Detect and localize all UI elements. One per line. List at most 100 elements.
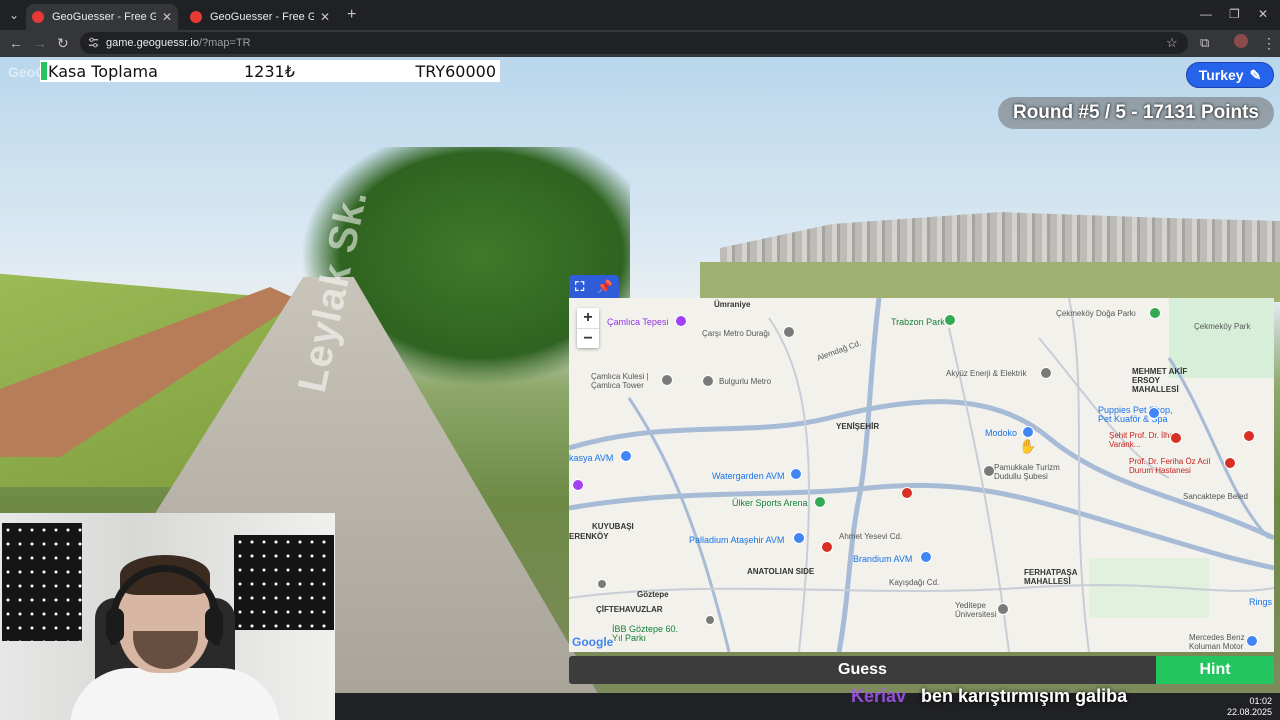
url-host: game.geoguessr.io xyxy=(106,37,199,49)
bookmark-star-icon[interactable]: ☆ xyxy=(1166,35,1178,51)
wall-panel xyxy=(2,523,82,641)
map-toolbar: ⛶ 📌 xyxy=(569,275,619,298)
map-poi-icon[interactable] xyxy=(814,496,826,508)
map-label: Çekmeköy Doğa Parkı xyxy=(1056,309,1137,318)
map-label: Kayışdağı Cd. xyxy=(889,578,940,587)
map-label: Modoko xyxy=(985,428,1018,438)
map-label: ERENKÖY xyxy=(569,532,609,541)
map-poi-icon[interactable] xyxy=(705,615,715,625)
map-poi-icon[interactable] xyxy=(944,314,956,326)
zoom-out-button[interactable]: − xyxy=(577,328,599,349)
tab-search-icon[interactable]: ⌄ xyxy=(9,8,19,22)
close-tab-icon[interactable]: ✕ xyxy=(320,10,330,24)
guess-button[interactable]: Guess xyxy=(569,656,1156,684)
map-label: Sancaktepe Beled xyxy=(1183,492,1248,501)
map-label: Palladium Ataşehir AVM xyxy=(689,535,785,545)
map-label: Göztepe xyxy=(637,590,669,599)
string-lights xyxy=(234,535,334,630)
google-logo-text: Google xyxy=(572,635,614,649)
clock-time: 01:02 xyxy=(1249,696,1272,706)
info-label: Kasa Toplama xyxy=(48,61,158,81)
map-label: Puppies Pet Shop, Pet Kuaför & Spa xyxy=(1098,405,1173,424)
minimize-icon[interactable]: — xyxy=(1200,7,1212,21)
extensions-icon[interactable]: ⧉ xyxy=(1200,35,1209,51)
hospital-icon[interactable] xyxy=(1170,432,1182,444)
close-tab-icon[interactable]: ✕ xyxy=(162,10,172,24)
new-tab-icon[interactable]: + xyxy=(347,6,356,24)
map-label: Çamlıca Tepesi xyxy=(607,317,669,327)
map-poi-icon[interactable] xyxy=(702,375,714,387)
tab-title: GeoGuesser - Free GeoGuessr xyxy=(210,11,314,23)
pin-map-icon[interactable]: 📌 xyxy=(597,279,613,295)
guess-map[interactable]: Ümraniye Çamlıca Tepesi Çarşı Metro Dura… xyxy=(569,298,1274,652)
map-label: Çarşı Metro Durağı xyxy=(702,329,771,338)
info-amount: 1231₺ xyxy=(244,61,295,81)
hospital-icon[interactable] xyxy=(901,487,913,499)
profile-avatar-icon[interactable] xyxy=(1234,34,1248,48)
map-poi-icon[interactable] xyxy=(793,532,805,544)
map-label: İBB Göztepe 60. Yıl Parkı xyxy=(612,624,679,643)
browser-tab-1[interactable]: GeoGuesser - Free GeoGuessr Z ✕ xyxy=(26,4,178,30)
map-poi-icon[interactable] xyxy=(661,374,673,386)
map-label: Watergarden AVM xyxy=(712,471,785,481)
hand-cursor-icon: ✋ xyxy=(1019,438,1037,454)
back-icon[interactable]: ← xyxy=(9,35,23,51)
map-poi-icon[interactable] xyxy=(675,315,687,327)
browser-tab-2[interactable]: GeoGuesser - Free GeoGuessr ✕ xyxy=(184,4,336,30)
map-poi-icon[interactable] xyxy=(1148,407,1160,419)
map-label: Brandium AVM xyxy=(853,554,913,564)
clock-date: 22.08.2025 xyxy=(1226,707,1272,717)
geoguessr-favicon-icon xyxy=(32,11,44,23)
address-bar[interactable]: game.geoguessr.io/?map=TR xyxy=(80,32,1188,54)
map-label: Akyüz Enerji & Elektrik xyxy=(946,369,1027,378)
url-path: /?map=TR xyxy=(198,37,251,49)
expand-map-icon[interactable]: ⛶ xyxy=(575,279,584,295)
hint-button[interactable]: Hint xyxy=(1156,656,1274,684)
map-label: Prof. Dr. Feriha Öz Acil Durum Hastanesi xyxy=(1129,457,1211,475)
info-total: TRY60000 xyxy=(415,61,496,81)
map-label: Ülker Sports Arena xyxy=(732,498,808,508)
browser-tab-bar: ⌄ GeoGuesser - Free GeoGuessr Z ✕ GeoGue… xyxy=(0,0,1280,30)
site-info-icon[interactable] xyxy=(88,37,99,48)
webcam-feed xyxy=(0,513,335,720)
map-poi-icon[interactable] xyxy=(920,551,932,563)
map-label: ÇİFTEHAVUZLAR xyxy=(596,605,663,614)
country-select-button[interactable]: Turkey ✎ xyxy=(1186,62,1274,88)
reload-icon[interactable]: ↻ xyxy=(57,35,69,52)
google-logo: Google xyxy=(572,635,613,649)
hospital-icon[interactable] xyxy=(821,541,833,553)
map-poi-icon[interactable] xyxy=(597,579,607,589)
map-poi-icon[interactable] xyxy=(997,603,1009,615)
geoguessr-favicon-icon xyxy=(190,11,202,23)
map-poi-icon[interactable] xyxy=(983,465,995,477)
zoom-in-button[interactable]: + xyxy=(577,308,599,328)
map-label: Trabzon Park xyxy=(891,317,945,327)
distant-field xyxy=(700,262,1280,302)
map-poi-icon[interactable] xyxy=(1246,635,1258,647)
hospital-icon[interactable] xyxy=(1224,457,1236,469)
map-label: KUYUBAŞI xyxy=(592,522,634,531)
map-label: Rings A xyxy=(1249,597,1274,607)
map-label: FERHATPAŞA MAHALLESİ xyxy=(1024,568,1078,586)
tab-title: GeoGuesser - Free GeoGuessr Z xyxy=(52,11,156,23)
hospital-icon[interactable] xyxy=(1243,430,1255,442)
map-poi-icon[interactable] xyxy=(1149,307,1161,319)
map-label: ANATOLIAN SIDE xyxy=(747,567,815,576)
map-poi-icon[interactable] xyxy=(620,450,632,462)
headset-earcup xyxy=(205,608,223,642)
map-poi-icon[interactable] xyxy=(572,479,584,491)
map-label: Ahmet Yesevi Cd. xyxy=(839,532,903,541)
map-poi-icon[interactable] xyxy=(790,468,802,480)
browser-menu-icon[interactable]: ⋮ xyxy=(1262,35,1276,52)
map-roads xyxy=(569,298,1274,652)
chat-message: ben karıştırmışım galiba xyxy=(921,686,1128,706)
map-poi-icon[interactable] xyxy=(783,326,795,338)
forward-icon[interactable]: → xyxy=(33,35,47,51)
map-poi-icon[interactable] xyxy=(1022,426,1034,438)
stream-info-bar: Kasa Toplama 1231₺ TRY60000 xyxy=(40,60,500,82)
map-poi-icon[interactable] xyxy=(1040,367,1052,379)
restore-icon[interactable]: ❐ xyxy=(1229,7,1240,21)
system-clock[interactable]: 01:02 22.08.2025 xyxy=(1227,696,1272,718)
string-lights xyxy=(2,523,82,641)
close-window-icon[interactable]: ✕ xyxy=(1258,7,1268,21)
